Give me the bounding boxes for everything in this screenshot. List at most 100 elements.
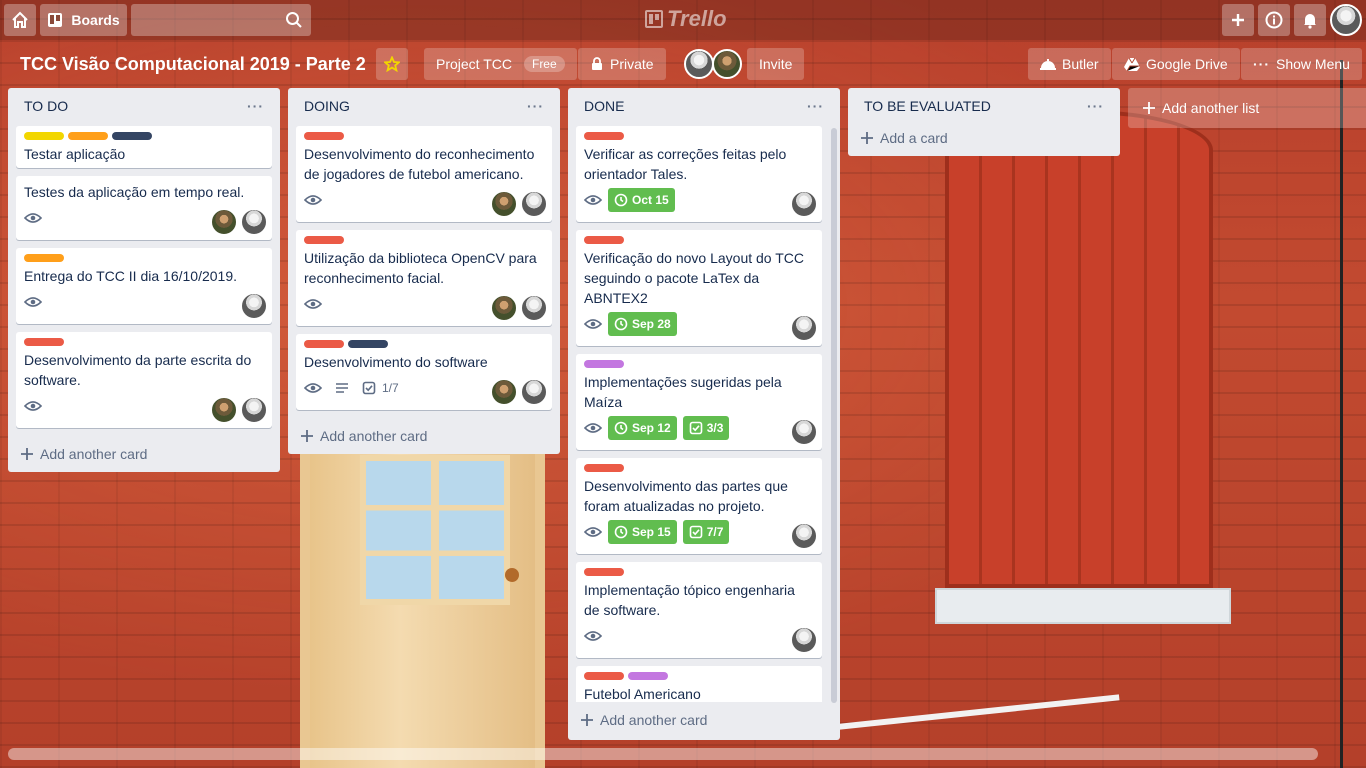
butler-icon — [1040, 59, 1056, 70]
add-card-button[interactable]: Add another card — [8, 436, 280, 472]
label-red[interactable] — [304, 132, 344, 140]
card[interactable]: Futebol Americano — [576, 666, 822, 702]
card-members — [490, 294, 548, 322]
label-red[interactable] — [584, 132, 624, 140]
label-orange[interactable] — [24, 254, 64, 262]
label-red[interactable] — [24, 338, 64, 346]
member-avatar[interactable] — [210, 396, 238, 424]
create-button[interactable] — [1222, 4, 1254, 36]
card-title: Desenvolvimento da parte escrita do soft… — [24, 352, 252, 388]
list-title[interactable]: DOING — [304, 98, 350, 126]
member-avatar[interactable] — [790, 522, 818, 550]
list-header[interactable]: DOING ··· — [288, 88, 560, 126]
member-avatar[interactable] — [790, 626, 818, 654]
label-red[interactable] — [584, 464, 624, 472]
card[interactable]: Utilização da biblioteca OpenCV para rec… — [296, 230, 552, 326]
show-menu-button[interactable]: ··· Show Menu — [1241, 48, 1362, 80]
card[interactable]: Desenvolvimento das partes que foram atu… — [576, 458, 822, 554]
label-red[interactable] — [584, 672, 624, 680]
info-button[interactable] — [1258, 4, 1290, 36]
team-button[interactable]: Project TCC Free — [424, 48, 577, 80]
google-drive-button[interactable]: Google Drive — [1112, 48, 1240, 80]
label-yellow[interactable] — [24, 132, 64, 140]
member-avatar[interactable] — [520, 378, 548, 406]
member-avatar[interactable] — [790, 190, 818, 218]
member-avatar[interactable] — [210, 208, 238, 236]
board-members — [684, 48, 742, 80]
label-red[interactable] — [584, 236, 624, 244]
butler-button[interactable]: Butler — [1028, 48, 1111, 80]
card-members — [240, 292, 268, 320]
due-date-text: Sep 28 — [632, 317, 671, 331]
list-title[interactable]: TO DO — [24, 98, 68, 126]
member-avatar[interactable] — [790, 314, 818, 342]
list-menu-icon[interactable]: ··· — [807, 98, 824, 126]
card-members — [790, 418, 818, 446]
card[interactable]: Implementações sugeridas pela Maíza Sep … — [576, 354, 822, 450]
due-date-badge[interactable]: Sep 28 — [608, 312, 677, 336]
member-avatar[interactable] — [712, 49, 742, 79]
invite-button[interactable]: Invite — [747, 48, 805, 80]
due-date-badge[interactable]: Oct 15 — [608, 188, 675, 212]
card[interactable]: Testar aplicação — [16, 126, 272, 168]
board-horizontal-scrollbar[interactable] — [8, 748, 1318, 760]
card[interactable]: Verificação do novo Layout do TCC seguin… — [576, 230, 822, 346]
due-date-badge[interactable]: Sep 15 — [608, 520, 677, 544]
label-purple[interactable] — [584, 360, 624, 368]
checklist-badge[interactable]: 3/3 — [682, 416, 730, 440]
list-menu-icon[interactable]: ··· — [1087, 98, 1104, 126]
member-avatar[interactable] — [490, 378, 518, 406]
list-header[interactable]: DONE ··· — [568, 88, 840, 126]
top-bar: Boards Trello — [0, 0, 1366, 40]
background-door — [300, 430, 545, 768]
due-date-badge[interactable]: Sep 12 — [608, 416, 677, 440]
watch-icon — [304, 383, 322, 393]
user-avatar[interactable] — [1330, 4, 1362, 36]
trello-logo[interactable]: Trello — [645, 6, 727, 32]
card[interactable]: Desenvolvimento do software 1/7 — [296, 334, 552, 410]
add-card-button[interactable]: Add another card — [568, 702, 840, 738]
checklist-badge[interactable]: 7/7 — [682, 520, 730, 544]
list-cards[interactable]: Verificar as correções feitas pelo orien… — [568, 126, 830, 702]
card[interactable]: Verificar as correções feitas pelo orien… — [576, 126, 822, 222]
visibility-button[interactable]: Private — [578, 48, 666, 80]
member-avatar[interactable] — [240, 396, 268, 424]
add-card-button[interactable]: Add another card — [288, 418, 560, 454]
boards-button[interactable]: Boards — [40, 4, 127, 36]
list-menu-icon[interactable]: ··· — [527, 98, 544, 126]
member-avatar[interactable] — [684, 49, 714, 79]
card[interactable]: Entrega do TCC II dia 16/10/2019. — [16, 248, 272, 324]
list-title[interactable]: TO BE EVALUATED — [864, 98, 991, 126]
board-title[interactable]: TCC Visão Computacional 2019 - Parte 2 — [20, 48, 366, 80]
star-button[interactable] — [376, 48, 408, 80]
member-avatar[interactable] — [520, 190, 548, 218]
notifications-button[interactable] — [1294, 4, 1326, 36]
home-button[interactable] — [4, 4, 36, 36]
member-avatar[interactable] — [240, 292, 268, 320]
search-input[interactable] — [131, 4, 311, 36]
label-red[interactable] — [304, 236, 344, 244]
home-icon — [12, 11, 28, 28]
label-purple[interactable] — [628, 672, 668, 680]
member-avatar[interactable] — [490, 294, 518, 322]
label-orange[interactable] — [68, 132, 108, 140]
label-red[interactable] — [584, 568, 624, 576]
card[interactable]: Testes da aplicação em tempo real. — [16, 176, 272, 240]
add-list-label: Add another list — [1162, 100, 1260, 116]
member-avatar[interactable] — [490, 190, 518, 218]
list-title[interactable]: DONE — [584, 98, 624, 126]
member-avatar[interactable] — [520, 294, 548, 322]
label-navy[interactable] — [348, 340, 388, 348]
label-navy[interactable] — [112, 132, 152, 140]
add-list-button[interactable]: Add another list — [1128, 88, 1366, 128]
card[interactable]: Desenvolvimento do reconhecimento de jog… — [296, 126, 552, 222]
member-avatar[interactable] — [790, 418, 818, 446]
list-scrollbar[interactable] — [831, 128, 837, 703]
list-menu-icon[interactable]: ··· — [247, 98, 264, 126]
card[interactable]: Desenvolvimento da parte escrita do soft… — [16, 332, 272, 428]
member-avatar[interactable] — [240, 208, 268, 236]
card[interactable]: Implementação tópico engenharia de softw… — [576, 562, 822, 658]
team-plan-badge: Free — [523, 56, 565, 72]
label-red[interactable] — [304, 340, 344, 348]
list-header[interactable]: TO DO ··· — [8, 88, 280, 126]
